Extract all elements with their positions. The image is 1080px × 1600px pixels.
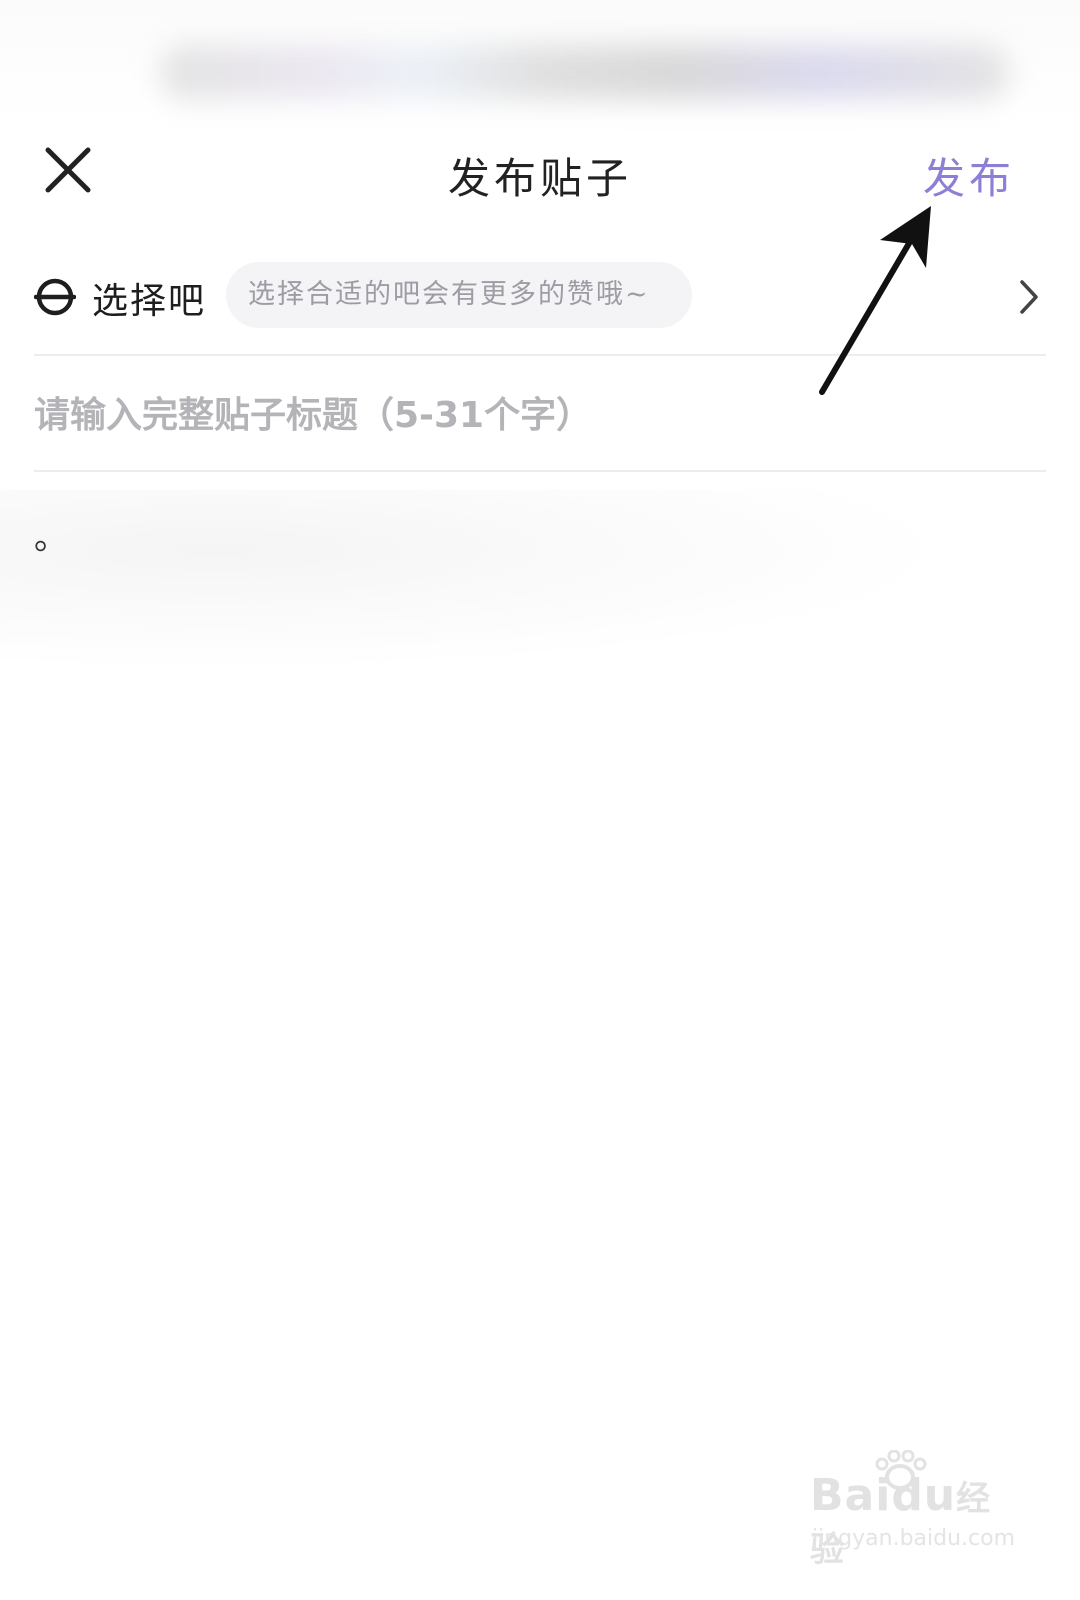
- post-title-input[interactable]: [34, 385, 1034, 445]
- status-bar-blurred-content: [160, 45, 1010, 100]
- chevron-right-icon: [1020, 280, 1038, 314]
- page-title: 发布贴子: [447, 154, 632, 203]
- post-editor-page: 发布贴子 发布 选择吧 选择合适的吧会有更多的赞哦~ 。 Baidu: [0, 0, 1080, 1600]
- divider: [34, 470, 1046, 472]
- arrow-annotation: [819, 206, 931, 395]
- bar-selector-hint: 选择合适的吧会有更多的赞哦~: [226, 262, 692, 328]
- bar-circle-icon: [34, 278, 76, 316]
- divider: [34, 354, 1046, 356]
- publish-button[interactable]: 发布: [923, 145, 1015, 206]
- watermark-url: jingyan.baidu.com: [812, 1526, 1016, 1551]
- post-body-text: 。: [34, 518, 68, 558]
- bar-selector-label: 选择吧: [92, 281, 207, 322]
- post-body-editor[interactable]: 。: [34, 510, 1046, 630]
- watermark-brand-bai: Bai: [810, 1470, 892, 1521]
- header: 发布贴子 发布: [0, 120, 1080, 230]
- watermark-brand-du: du: [891, 1470, 957, 1521]
- status-bar: [0, 0, 1080, 120]
- bar-selector[interactable]: 选择吧 选择合适的吧会有更多的赞哦~: [34, 262, 1046, 332]
- watermark-brand: Baidu经验: [810, 1470, 1020, 1572]
- watermark: Baidu经验 jingyan.baidu.com: [810, 1450, 1020, 1570]
